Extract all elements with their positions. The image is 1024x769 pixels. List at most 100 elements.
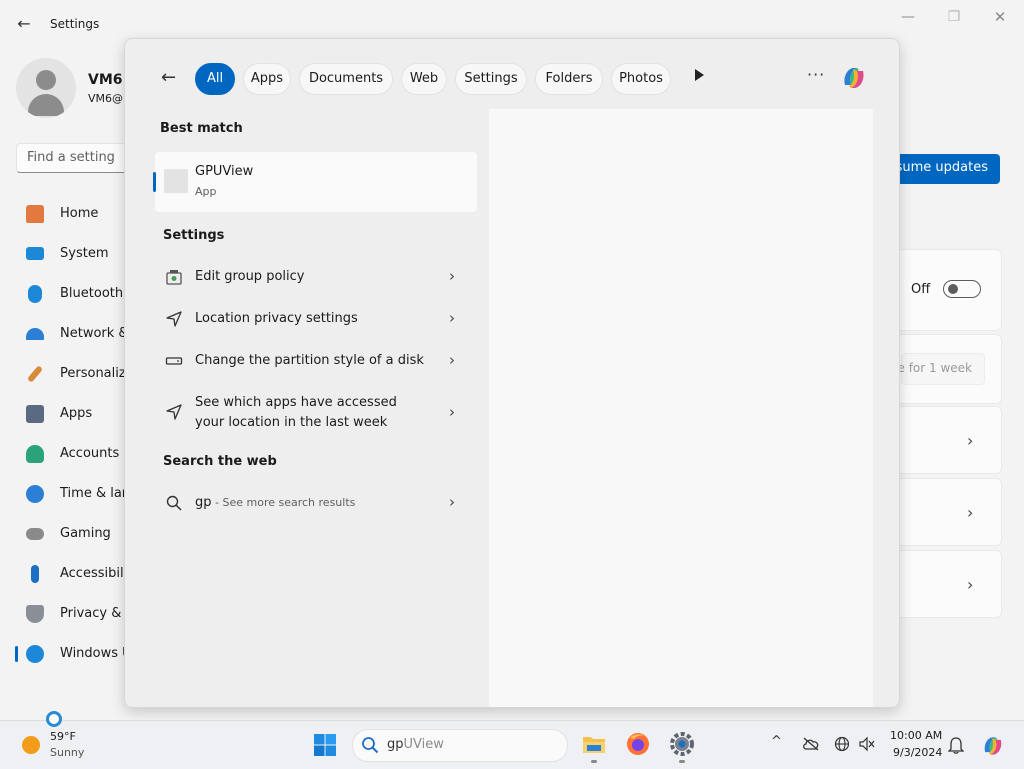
volume-muted-icon[interactable] xyxy=(858,736,876,752)
bluetooth-icon xyxy=(28,285,42,303)
copilot-preview-icon[interactable] xyxy=(980,733,1006,759)
sidebar-item-label: Home xyxy=(60,206,99,221)
tray-overflow-chevron-icon[interactable]: ^ xyxy=(771,734,782,749)
avatar[interactable] xyxy=(16,58,76,118)
close-button[interactable]: ✕ xyxy=(980,8,1020,26)
notification-bell-icon[interactable] xyxy=(948,736,964,754)
sidebar-item-gaming[interactable]: Gaming xyxy=(18,516,128,552)
running-indicator xyxy=(591,760,597,763)
minimize-button[interactable]: — xyxy=(888,8,928,26)
location-icon xyxy=(166,311,182,327)
brush-icon xyxy=(26,365,44,383)
toggle-state-label: Off xyxy=(911,282,931,297)
settings-heading: Settings xyxy=(163,228,225,243)
running-indicator xyxy=(679,760,685,763)
windows-start-icon[interactable] xyxy=(313,733,337,757)
copilot-icon[interactable] xyxy=(839,63,869,93)
pause-for-1-week-button[interactable]: e for 1 week xyxy=(897,353,985,385)
file-explorer-icon[interactable] xyxy=(580,730,608,758)
system-icon xyxy=(26,247,44,260)
best-match-title: GPUView xyxy=(195,164,254,179)
clock-time[interactable]: 10:00 AM xyxy=(890,729,942,742)
sidebar-item-bluetooth[interactable]: Bluetooth xyxy=(18,276,128,312)
sidebar-item-apps[interactable]: Apps xyxy=(18,396,128,432)
sidebar-item-accounts[interactable]: Accounts xyxy=(18,436,128,472)
sidebar-item-privacy[interactable]: Privacy & s xyxy=(18,596,132,632)
sidebar-item-home[interactable]: Home xyxy=(18,196,128,232)
sidebar-item-label: Accessibili xyxy=(60,566,128,581)
sidebar-item-accessibility[interactable]: Accessibili xyxy=(18,556,128,592)
sidebar-item-label: Time & lar xyxy=(60,486,128,501)
taskbar-search-box[interactable]: gpUView xyxy=(352,729,568,762)
weather-condition[interactable]: Sunny xyxy=(50,746,84,759)
sidebar-item-label: Gaming xyxy=(60,526,111,541)
sidebar-item-label: Personaliza xyxy=(60,366,134,381)
accounts-icon xyxy=(26,445,44,463)
firefox-icon[interactable] xyxy=(624,730,652,758)
updates-toggle[interactable] xyxy=(943,280,981,298)
result-label: Change the partition style of a disk xyxy=(195,353,424,368)
sidebar-item-time-language[interactable]: Time & lar xyxy=(18,476,128,512)
preview-pane xyxy=(489,109,873,707)
result-location-privacy[interactable]: Location privacy settings › xyxy=(155,307,477,331)
sidebar-item-personalization[interactable]: Personaliza xyxy=(18,356,134,392)
sidebar-item-label: Windows U xyxy=(60,646,132,661)
pause-toggle-card: Off xyxy=(896,249,1002,331)
app-title: Settings xyxy=(50,17,100,31)
more-options-button[interactable]: ··· xyxy=(807,65,825,84)
result-partition-style[interactable]: Change the partition style of a disk › xyxy=(155,349,477,373)
result-apps-accessed-location[interactable]: See which apps have accessed your locati… xyxy=(155,391,477,435)
filter-documents[interactable]: Documents xyxy=(299,63,393,95)
filter-folders[interactable]: Folders xyxy=(535,63,603,95)
more-filters-play-icon[interactable] xyxy=(695,69,704,81)
sidebar-item-network[interactable]: Network & xyxy=(18,316,129,352)
result-web-search[interactable]: gp - See more search results › xyxy=(155,491,477,515)
filter-apps[interactable]: Apps xyxy=(243,63,291,95)
location-icon xyxy=(166,404,182,420)
gaming-icon xyxy=(26,528,44,540)
sidebar-item-label: Network & xyxy=(60,326,129,341)
result-edit-group-policy[interactable]: Edit group policy › xyxy=(155,265,477,289)
web-query: gp - See more search results xyxy=(195,493,355,513)
shield-icon xyxy=(26,605,44,623)
search-typed-text: gp xyxy=(387,737,404,752)
settings-gear-icon[interactable] xyxy=(668,730,696,758)
onedrive-offline-icon[interactable] xyxy=(802,737,820,751)
search-flyout: ← All Apps Documents Web Settings Folder… xyxy=(124,38,900,708)
apps-icon xyxy=(26,405,44,423)
avatar-head-icon xyxy=(36,70,56,90)
search-icon xyxy=(362,737,379,754)
chevron-right-icon: › xyxy=(449,403,455,421)
flyout-back-button[interactable]: ← xyxy=(161,67,176,88)
best-match-heading: Best match xyxy=(160,121,243,136)
maximize-button[interactable]: ❐ xyxy=(934,8,974,26)
group-policy-icon xyxy=(166,270,182,285)
sidebar-item-label: Privacy & s xyxy=(60,606,133,621)
sidebar-item-label: Apps xyxy=(60,406,93,421)
filter-all[interactable]: All xyxy=(195,63,235,95)
chevron-right-icon: › xyxy=(449,309,455,327)
globe-network-icon[interactable] xyxy=(834,736,850,752)
pause-label: e for 1 week xyxy=(897,361,973,375)
chevron-right-icon: › xyxy=(967,431,974,450)
settings-card-3[interactable]: › xyxy=(896,550,1002,618)
search-completion-text: UView xyxy=(403,737,444,752)
filter-photos[interactable]: Photos xyxy=(611,63,671,95)
settings-card-2[interactable]: › xyxy=(896,478,1002,546)
sidebar-item-windows-update[interactable]: Windows U xyxy=(15,636,132,672)
best-match-gpuview[interactable]: GPUView App xyxy=(153,152,477,212)
sidebar-item-system[interactable]: System xyxy=(18,236,128,272)
weather-temperature[interactable]: 59°F xyxy=(50,730,76,743)
chevron-right-icon: › xyxy=(449,267,455,285)
taskbar: 59°F Sunny gpUView ^ 10:00 AM 9/3/2024 xyxy=(0,711,1024,769)
filter-web[interactable]: Web xyxy=(401,63,447,95)
filter-settings[interactable]: Settings xyxy=(455,63,527,95)
back-button[interactable]: ← xyxy=(14,14,34,34)
app-icon xyxy=(164,169,188,193)
chevron-right-icon: › xyxy=(967,575,974,594)
sun-icon[interactable] xyxy=(22,736,40,754)
clock-date[interactable]: 9/3/2024 xyxy=(893,746,942,759)
settings-card-1[interactable]: › xyxy=(896,406,1002,474)
result-label-line1: See which apps have accessed xyxy=(195,395,397,410)
result-label-line2: your location in the last week xyxy=(195,415,388,430)
